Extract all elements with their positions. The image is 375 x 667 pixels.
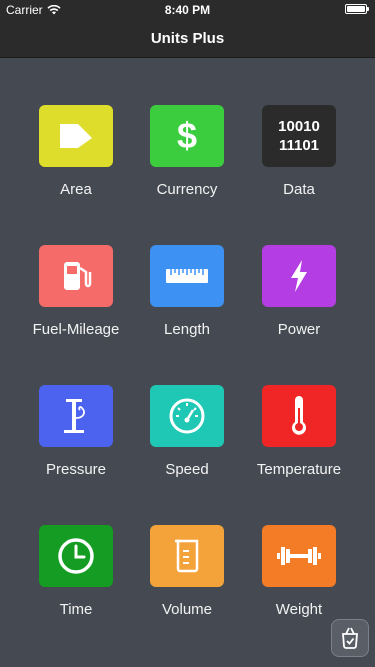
beaker-icon [175,539,199,573]
tile-area[interactable]: Area [20,105,132,225]
app-badge-icon [342,627,358,649]
ruler-icon [166,269,208,283]
status-time: 8:40 PM [164,3,211,17]
tile-time[interactable]: Time [20,525,132,645]
tile-power-icon-bg [262,245,336,307]
navigation-bar: Units Plus [0,20,375,58]
tile-pressure-icon-bg [39,385,113,447]
tile-weight-icon-bg [262,525,336,587]
tile-data[interactable]: 10010 11101 Data [243,105,355,225]
tile-pressure[interactable]: Pressure [20,385,132,505]
tile-volume[interactable]: Volume [131,525,243,645]
tile-speed-icon-bg [150,385,224,447]
dumbbell-icon [277,547,321,565]
tile-length[interactable]: Length [131,245,243,365]
tile-power[interactable]: Power [243,245,355,365]
tile-currency-icon-bg: $ [150,105,224,167]
tile-temperature-label: Temperature [256,461,342,478]
pressure-gauge-icon [64,399,85,433]
fuel-pump-icon [64,262,92,290]
battery-fill [347,6,365,12]
data-digits-top: 10010 [278,118,320,135]
tile-area-icon-bg [39,105,113,167]
thermometer-icon [292,396,306,435]
data-icon: 10010 11101 [278,117,320,155]
status-bar: Carrier 8:40 PM [0,0,375,20]
tile-data-icon-bg: 10010 11101 [262,105,336,167]
tile-power-label: Power [277,321,321,338]
data-digits-bottom: 11101 [278,137,320,154]
currency-icon: $ [176,115,198,156]
tile-weight-label: Weight [275,601,323,618]
battery-icon [345,4,369,14]
tile-fuel-mileage[interactable]: Fuel-Mileage [20,245,132,365]
tile-length-icon-bg [150,245,224,307]
area-icon [60,124,92,148]
tile-volume-icon-bg [150,525,224,587]
tile-fuel-mileage-icon-bg [39,245,113,307]
tile-currency[interactable]: $ Currency [131,105,243,225]
app-badge[interactable] [331,619,369,657]
tile-time-icon-bg [39,525,113,587]
page-title: Units Plus [150,30,225,47]
tile-temperature[interactable]: Temperature [243,385,355,505]
tile-speed[interactable]: Speed [131,385,243,505]
tile-data-label: Data [283,181,315,198]
lightning-icon [291,260,307,292]
speedometer-icon [169,398,205,434]
units-grid: Area $ Currency 10010 11101 Data Fuel-Mi… [0,60,375,667]
tile-temperature-icon-bg [262,385,336,447]
clock-icon [58,538,94,574]
